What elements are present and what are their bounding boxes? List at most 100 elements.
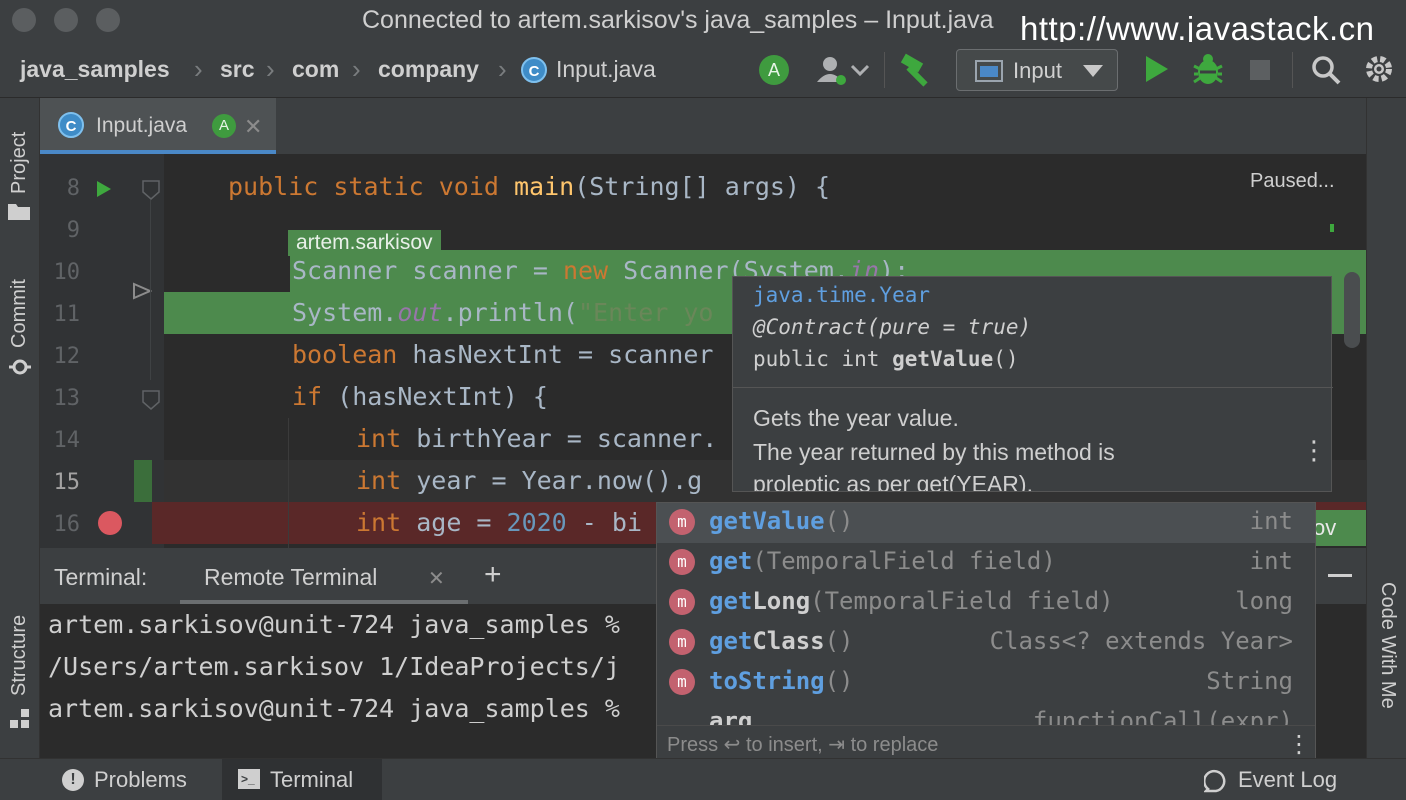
completion-match: getValue <box>709 507 825 535</box>
more-options-icon[interactable]: ⋮ <box>1301 437 1327 463</box>
build-hammer-icon[interactable] <box>898 52 938 93</box>
java-class-icon: C <box>58 112 84 138</box>
collaborator-label: artem.sarkisov <box>288 230 441 256</box>
run-configuration-label: Input <box>1013 58 1062 83</box>
event-log-button[interactable]: Event Log <box>1202 759 1364 800</box>
breadcrumb-project[interactable]: java_samples <box>20 56 170 83</box>
completion-item[interactable]: m get(TemporalField field) int <box>657 543 1315 583</box>
doc-divider <box>733 387 1333 388</box>
minimize-panel-icon[interactable] <box>1328 574 1352 577</box>
gutter-change-mark <box>1330 224 1334 232</box>
code-with-me-icon[interactable] <box>814 54 870 91</box>
method-icon: m <box>669 629 695 655</box>
code-completion-popup[interactable]: m getValue() int m get(TemporalField fie… <box>656 502 1316 760</box>
user-avatar[interactable]: A <box>759 55 789 85</box>
tab-input-java[interactable]: C Input.java A ✕ <box>40 98 276 154</box>
line-number: 15 <box>53 470 81 495</box>
new-terminal-tab-icon[interactable]: + <box>484 558 502 592</box>
terminal-label: Terminal <box>270 767 354 792</box>
completion-item[interactable]: m toString() String <box>657 663 1315 703</box>
code-token: boolean <box>292 340 413 369</box>
method-icon: m <box>669 669 695 695</box>
java-class-icon: C <box>521 57 547 83</box>
code-token: .println( <box>442 298 578 327</box>
code-token: age = <box>416 508 507 537</box>
more-options-icon[interactable]: ⋮ <box>1287 730 1311 759</box>
code-token: year = Year.now().g <box>416 466 703 495</box>
completion-rest: Long <box>752 587 811 615</box>
doc-annotation: @Contract(pure = true) <box>753 315 1032 339</box>
close-tab-icon[interactable]: ✕ <box>244 114 262 140</box>
fold-marker-icon[interactable] <box>142 390 160 415</box>
breadcrumb-src[interactable]: src <box>220 56 255 83</box>
close-tab-icon[interactable]: ✕ <box>428 566 445 591</box>
toolbar-separator <box>884 52 885 88</box>
completion-item-name: get(TemporalField field) <box>709 547 1056 575</box>
run-configuration-select[interactable]: Input <box>956 49 1118 91</box>
code-token: 2020 <box>506 508 567 537</box>
completion-item-type: Class<? extends Year> <box>989 627 1293 655</box>
chevron-down-icon <box>1083 64 1103 82</box>
breadcrumb-com[interactable]: com <box>292 56 339 83</box>
project-tool-button[interactable]: Project <box>8 126 32 224</box>
doc-description: The year returned by this method is <box>753 439 1115 465</box>
editor-scrollbar-thumb[interactable] <box>1344 272 1360 348</box>
method-icon: m <box>669 509 695 535</box>
breadcrumb-separator: › <box>194 54 203 84</box>
completion-item[interactable]: m getLong(TemporalField field) long <box>657 583 1315 623</box>
breadcrumb-company[interactable]: company <box>378 56 479 83</box>
tab-label: Input.java <box>96 114 188 137</box>
close-window-button[interactable] <box>12 8 36 32</box>
quick-documentation-popup[interactable]: java.time.Year @Contract(pure = true) pu… <box>732 276 1333 492</box>
run-gutter-icon[interactable] <box>96 180 112 203</box>
gutter-change-marker <box>134 460 152 502</box>
search-icon[interactable] <box>1310 54 1342 91</box>
commit-tool-button[interactable]: Commit <box>8 266 32 380</box>
doc-class-link[interactable]: java.time.Year <box>753 283 930 307</box>
right-tool-strip: Code With Me <box>1366 98 1406 758</box>
completion-item[interactable]: m getClass() Class<? extends Year> <box>657 623 1315 663</box>
settings-gear-icon[interactable] <box>1364 54 1394 89</box>
tab-label: Remote Terminal <box>204 564 378 590</box>
stop-icon[interactable] <box>1250 60 1270 80</box>
commit-tool-label: Commit <box>8 279 30 348</box>
code-token: main <box>513 172 575 201</box>
toolbar-separator <box>1292 52 1293 88</box>
fold-guide <box>150 200 151 380</box>
terminal-tool-button[interactable]: >_ Terminal <box>222 759 382 800</box>
code-with-me-tool-label[interactable]: Code With Me <box>1376 582 1399 709</box>
execution-point-icon <box>132 282 153 305</box>
left-tool-strip: Project Commit Structure <box>0 98 40 758</box>
zoom-window-button[interactable] <box>96 8 120 32</box>
doc-signature-suffix: () <box>993 347 1019 371</box>
method-icon: m <box>669 589 695 615</box>
fold-marker-icon[interactable] <box>142 180 160 205</box>
minimize-window-button[interactable] <box>54 8 78 32</box>
line-number: 9 <box>66 218 80 243</box>
navigation-bar: java_samples › src › com › company › C I… <box>0 42 1406 98</box>
completion-match: get <box>709 587 753 615</box>
code-line-13: if (hasNextInt) { <box>292 382 548 411</box>
problems-label: Problems <box>94 767 187 792</box>
structure-tool-button[interactable]: Structure <box>8 598 32 738</box>
breadcrumb-file[interactable]: Input.java <box>556 56 656 83</box>
editor-tab-bar: C Input.java A ✕ <box>40 98 1366 154</box>
event-log-icon <box>1202 769 1230 798</box>
code-token: public static void <box>228 172 514 201</box>
code-token: if <box>292 382 338 411</box>
breakpoint-icon[interactable] <box>98 511 122 535</box>
completion-params: () <box>824 667 854 695</box>
completion-item-type: int <box>1249 547 1293 575</box>
code-line-11: System.out.println("Enter yo <box>292 298 713 327</box>
completion-params: () <box>824 627 854 655</box>
run-icon[interactable] <box>1144 54 1170 89</box>
warning-icon: ! <box>62 769 84 791</box>
completion-item-partial[interactable]: arg functionCall(expr) <box>657 703 1315 725</box>
completion-item-type: int <box>1249 507 1293 535</box>
terminal-line: /Users/artem.sarkisov 1/IdeaProjects/j <box>48 652 620 681</box>
completion-item[interactable]: m getValue() int <box>657 503 1315 543</box>
tab-remote-terminal[interactable]: Remote Terminal ✕ <box>180 548 468 604</box>
problems-tool-button[interactable]: ! Problems <box>62 759 212 800</box>
debug-bug-icon[interactable] <box>1192 52 1224 91</box>
folder-icon <box>8 202 30 225</box>
